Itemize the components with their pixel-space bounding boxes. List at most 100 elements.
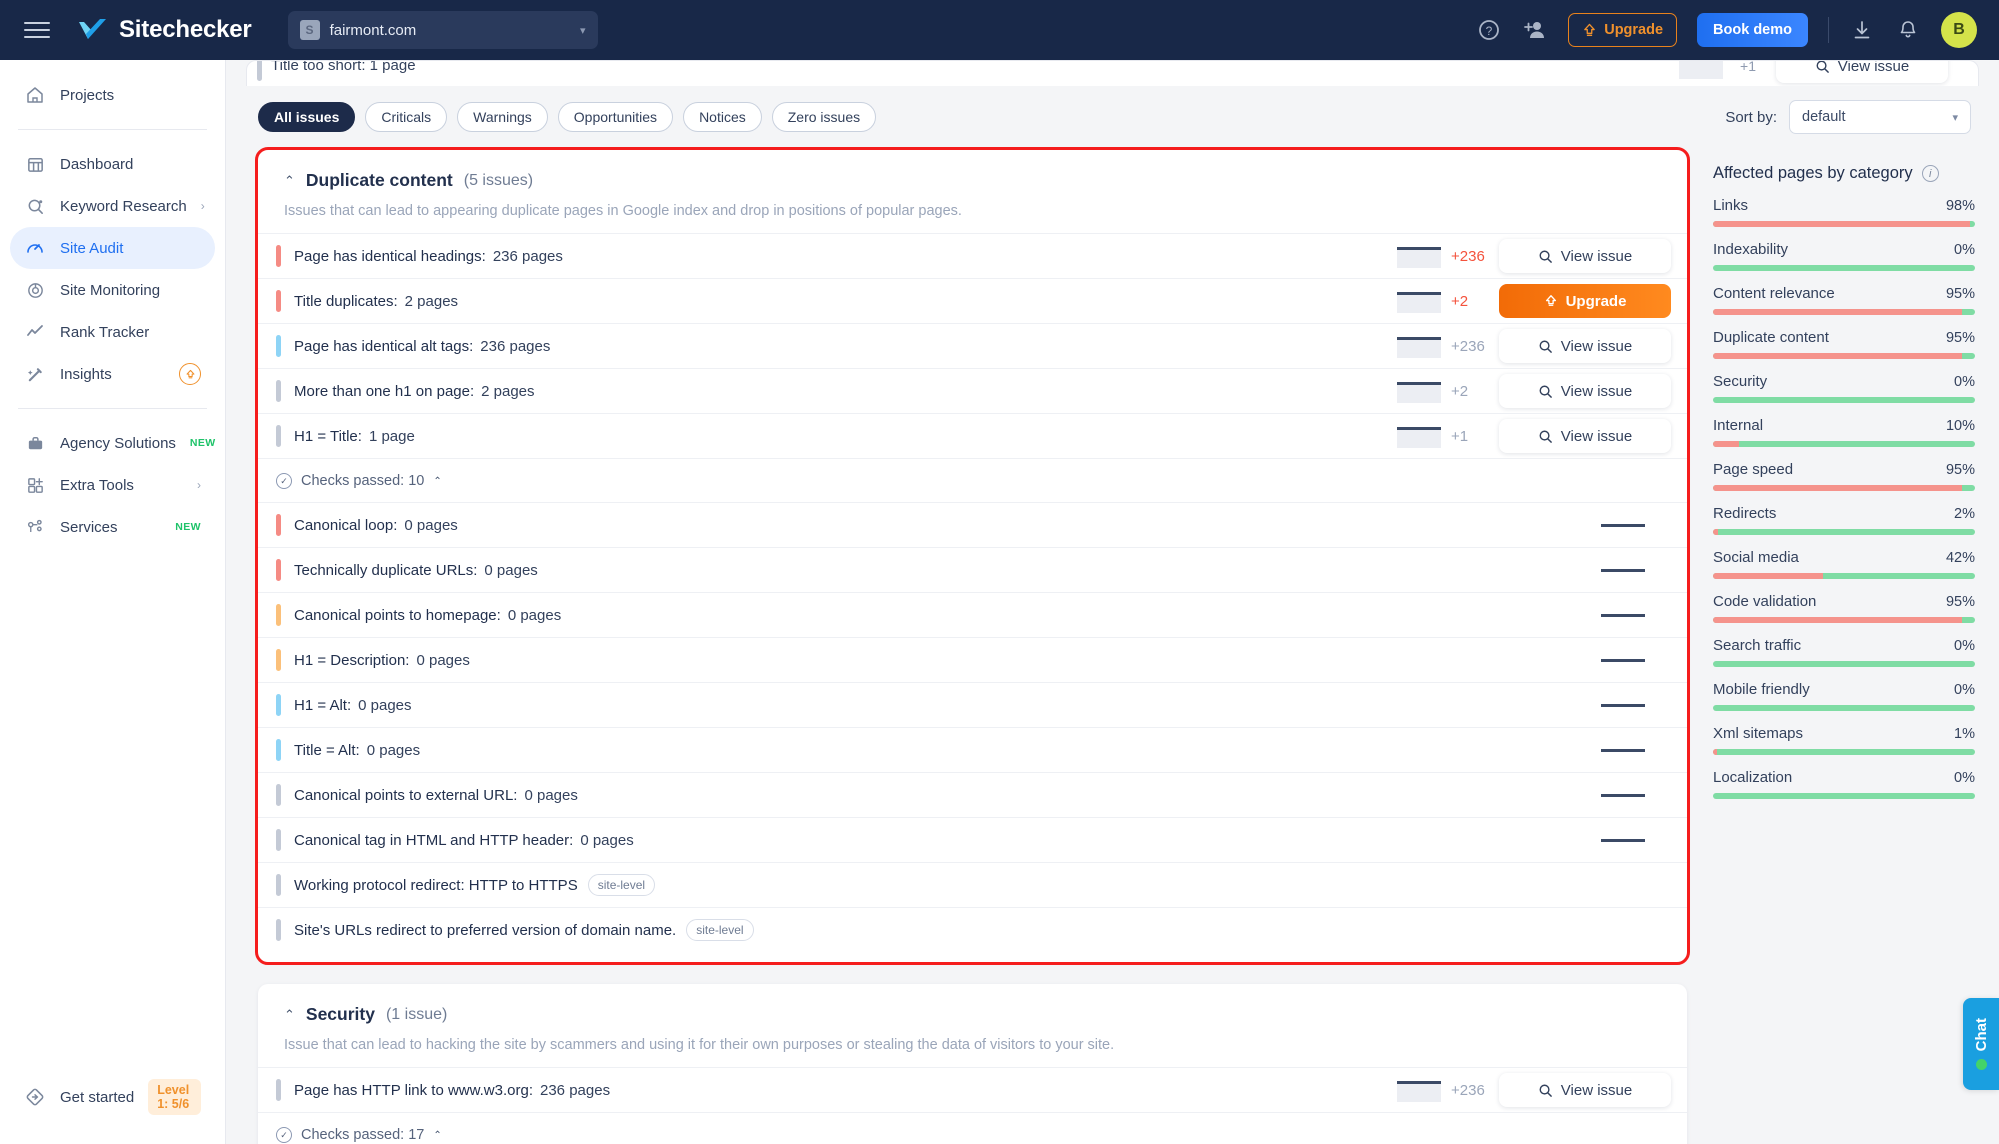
mini-chart (1397, 244, 1441, 268)
passed-check-row[interactable]: Title = Alt: 0 pages (258, 727, 1687, 772)
filter-chip-all-issues[interactable]: All issues (258, 102, 356, 132)
keyword-icon (24, 195, 46, 217)
chevron-up-icon[interactable]: ⌃ (284, 173, 295, 189)
help-icon[interactable]: ? (1476, 17, 1502, 43)
severity-indicator (276, 784, 281, 806)
chevron-right-icon: › (197, 478, 201, 492)
category-bar (1713, 793, 1975, 799)
passed-check-row[interactable]: H1 = Alt: 0 pages (258, 682, 1687, 727)
category-item[interactable]: Redirects 2% (1709, 505, 1979, 549)
sidebar-item-site-audit[interactable]: Site Audit (10, 227, 215, 269)
sidebar-divider (18, 408, 207, 409)
issue-value: 2 pages (404, 292, 459, 310)
sidebar-item-extra-tools[interactable]: Extra Tools › (10, 464, 215, 506)
category-percent: 95% (1945, 462, 1975, 478)
passed-check-row[interactable]: H1 = Description: 0 pages (258, 637, 1687, 682)
check-label: Title = Alt: (294, 741, 360, 759)
info-icon[interactable]: i (1921, 165, 1939, 182)
brand-logo[interactable]: Sitechecker (78, 16, 252, 44)
passed-check-row[interactable]: Technically duplicate URLs: 0 pages (258, 547, 1687, 592)
checks-passed-toggle[interactable]: ✓ Checks passed: 17 ⌃ (258, 1112, 1687, 1144)
sidebar: Projects Dashboard Keyword Research › Si… (0, 60, 226, 1144)
category-item[interactable]: Content relevance 95% (1709, 285, 1979, 329)
download-icon[interactable] (1849, 17, 1875, 43)
filter-chip-criticals[interactable]: Criticals (365, 102, 448, 132)
menu-icon[interactable] (24, 17, 50, 43)
svg-text:?: ? (1486, 24, 1493, 38)
insights-icon (24, 363, 46, 385)
sidebar-item-dashboard[interactable]: Dashboard (10, 143, 215, 185)
sidebar-item-insights[interactable]: Insights (10, 353, 215, 395)
category-item[interactable]: Page speed 95% (1709, 461, 1979, 505)
category-item[interactable]: Links 98% (1709, 197, 1979, 241)
category-item[interactable]: Duplicate content 95% (1709, 329, 1979, 373)
sidebar-item-agency-solutions[interactable]: Agency Solutions NEW (10, 422, 215, 464)
sidebar-item-label: Insights (60, 365, 112, 383)
category-item[interactable]: Code validation 95% (1709, 593, 1979, 637)
sort-select[interactable]: default ▾ (1789, 100, 1971, 134)
category-item[interactable]: Xml sitemaps 1% (1709, 725, 1979, 769)
category-item[interactable]: Internal 10% (1709, 417, 1979, 461)
severity-indicator (276, 694, 281, 716)
sidebar-item-site-monitoring[interactable]: Site Monitoring (10, 269, 215, 311)
sidebar-item-services[interactable]: Services NEW (10, 506, 215, 548)
section-header[interactable]: ⌃ Security (1 issue) (258, 984, 1687, 1025)
sidebar-item-projects[interactable]: Projects (10, 74, 215, 116)
category-item[interactable]: Indexability 0% (1709, 241, 1979, 285)
issue-row[interactable]: Page has identical headings: 236 pages +… (258, 233, 1687, 278)
filter-chip-opportunities[interactable]: Opportunities (557, 102, 674, 132)
clipped-issue-row[interactable]: Title too short: 1 page +1 View issue (246, 60, 1979, 86)
check-value: 0 pages (524, 786, 578, 804)
sidebar-item-keyword-research[interactable]: Keyword Research › (10, 185, 215, 227)
passed-check-row[interactable]: Site's URLs redirect to preferred versio… (258, 907, 1687, 952)
checks-passed-toggle[interactable]: ✓ Checks passed: 10 ⌃ (258, 458, 1687, 502)
category-item[interactable]: Mobile friendly 0% (1709, 681, 1979, 725)
view-issue-button[interactable]: View issue (1499, 329, 1671, 363)
check-label: Canonical points to external URL: (294, 786, 518, 804)
site-selector[interactable]: S fairmont.com ▾ (287, 11, 598, 49)
view-issue-button[interactable]: View issue (1499, 1073, 1671, 1107)
filter-chip-warnings[interactable]: Warnings (457, 102, 548, 132)
category-item[interactable]: Security 0% (1709, 373, 1979, 417)
filter-chip-zero-issues[interactable]: Zero issues (771, 102, 877, 132)
view-issue-button[interactable]: View issue (1499, 374, 1671, 408)
upgrade-badge-icon[interactable] (179, 363, 201, 385)
passed-check-row[interactable]: Canonical tag in HTML and HTTP header: 0… (258, 817, 1687, 862)
issue-row[interactable]: H1 = Title: 1 page +1 View issue (258, 413, 1687, 458)
category-bar (1713, 661, 1975, 667)
view-issue-button[interactable]: View issue (1499, 419, 1671, 453)
category-item[interactable]: Search traffic 0% (1709, 637, 1979, 681)
category-name: Social media (1713, 549, 1799, 566)
book-demo-button[interactable]: Book demo (1697, 13, 1808, 47)
invite-user-icon[interactable] (1522, 17, 1548, 43)
severity-indicator (276, 649, 281, 671)
passed-check-row[interactable]: Working protocol redirect: HTTP to HTTPS… (258, 862, 1687, 907)
issue-row[interactable]: More than one h1 on page: 2 pages +2 Vie… (258, 368, 1687, 413)
chevron-up-icon[interactable]: ⌃ (284, 1007, 295, 1023)
chat-widget-button[interactable]: Chat (1963, 998, 1999, 1090)
category-item[interactable]: Social media 42% (1709, 549, 1979, 593)
issue-row[interactable]: Page has identical alt tags: 236 pages +… (258, 323, 1687, 368)
notifications-icon[interactable] (1895, 17, 1921, 43)
mini-chart (1601, 738, 1645, 762)
sidebar-item-get-started[interactable]: Get started Level 1: 5/6 (10, 1076, 215, 1118)
category-bar (1713, 441, 1975, 447)
category-item[interactable]: Localization 0% (1709, 769, 1979, 813)
section-header[interactable]: ⌃ Duplicate content (5 issues) (258, 150, 1687, 191)
upgrade-button[interactable]: Upgrade (1499, 284, 1671, 318)
passed-check-row[interactable]: Canonical points to external URL: 0 page… (258, 772, 1687, 817)
search-icon (1539, 1084, 1552, 1097)
filter-chip-notices[interactable]: Notices (683, 102, 762, 132)
avatar[interactable]: B (1941, 12, 1977, 48)
passed-check-row[interactable]: Canonical points to homepage: 0 pages (258, 592, 1687, 637)
sidebar-item-rank-tracker[interactable]: Rank Tracker (10, 311, 215, 353)
brand-name: Sitechecker (119, 16, 252, 43)
issue-row[interactable]: Title duplicates: 2 pages +2 Upgrade (258, 278, 1687, 323)
view-issue-button[interactable]: View issue (1776, 61, 1948, 83)
view-issue-button[interactable]: View issue (1499, 239, 1671, 273)
sidebar-item-label: Site Monitoring (60, 281, 161, 299)
upgrade-button[interactable]: Upgrade (1568, 13, 1678, 47)
passed-check-row[interactable]: Canonical loop: 0 pages (258, 502, 1687, 547)
issue-actions: +2 View issue (1397, 374, 1671, 408)
issue-row[interactable]: Page has HTTP link to www.w3.org: 236 pa… (258, 1067, 1687, 1112)
